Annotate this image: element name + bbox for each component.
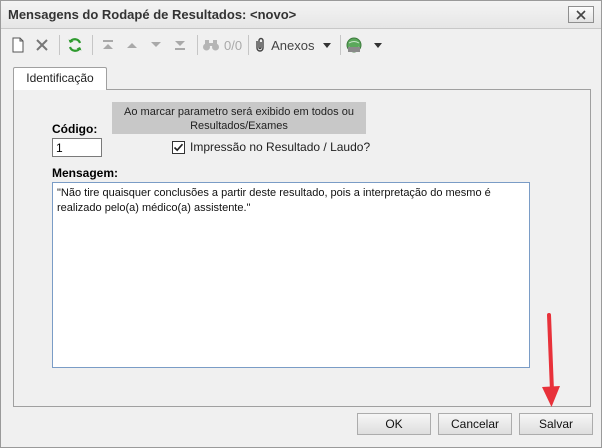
globe-icon: [346, 37, 362, 53]
close-button[interactable]: [568, 6, 594, 23]
dialog-window: Mensagens do Rodapé de Resultados: <novo…: [0, 0, 602, 448]
ok-button[interactable]: OK: [357, 413, 431, 435]
toolbar-separator: [197, 35, 198, 55]
anexos-button[interactable]: Anexos: [253, 33, 334, 57]
record-counter: 0/0: [224, 37, 243, 53]
tab-panel: Ao marcar parametro será exibido em todo…: [13, 89, 591, 407]
title-bar: Mensagens do Rodapé de Resultados: <novo…: [1, 1, 601, 29]
web-button[interactable]: [345, 33, 385, 57]
toolbar-separator: [92, 35, 93, 55]
dropdown-caret-icon: [323, 43, 332, 48]
last-record-button[interactable]: [169, 33, 191, 57]
delete-icon: [36, 39, 48, 51]
refresh-icon: [68, 38, 82, 52]
previous-record-button[interactable]: [121, 33, 143, 57]
binoculars-icon: [203, 40, 219, 51]
arrow-up-icon: [127, 43, 137, 48]
tab-identificacao[interactable]: Identificação: [13, 67, 107, 90]
window-title: Mensagens do Rodapé de Resultados: <novo…: [8, 7, 297, 22]
close-icon: [576, 9, 586, 20]
impressao-label: Impressão no Resultado / Laudo?: [190, 140, 371, 154]
toolbar-separator: [248, 35, 250, 55]
cancel-button[interactable]: Cancelar: [438, 413, 512, 435]
impressao-checkbox[interactable]: [172, 140, 185, 154]
annotation-arrow-icon: [542, 313, 560, 407]
paperclip-icon: [256, 37, 264, 52]
last-record-icon: [175, 41, 185, 50]
next-record-button[interactable]: [145, 33, 167, 57]
first-record-button[interactable]: [97, 33, 119, 57]
mensagem-textarea[interactable]: "Não tire quaisquer conclusões a partir …: [52, 182, 530, 368]
new-document-icon: [12, 37, 24, 53]
toolbar-separator: [59, 35, 60, 55]
codigo-label: Código:: [52, 122, 98, 136]
arrow-down-icon: [151, 42, 161, 47]
anexos-label: Anexos: [271, 37, 315, 53]
new-button[interactable]: [7, 33, 29, 57]
toolbar: 0/0 Anexos: [1, 31, 601, 59]
impressao-option[interactable]: Impressão no Resultado / Laudo?: [172, 140, 370, 154]
save-button[interactable]: Salvar: [519, 413, 593, 435]
refresh-button[interactable]: [64, 33, 86, 57]
hint-box: Ao marcar parametro será exibido em todo…: [112, 102, 366, 134]
codigo-input[interactable]: [52, 138, 102, 157]
delete-button[interactable]: [31, 33, 53, 57]
search-button[interactable]: 0/0: [202, 33, 242, 57]
checkmark-icon: [173, 143, 184, 151]
dropdown-caret-icon: [374, 43, 383, 48]
mensagem-label: Mensagem:: [52, 166, 119, 180]
toolbar-separator: [340, 35, 342, 55]
first-record-icon: [103, 40, 113, 49]
